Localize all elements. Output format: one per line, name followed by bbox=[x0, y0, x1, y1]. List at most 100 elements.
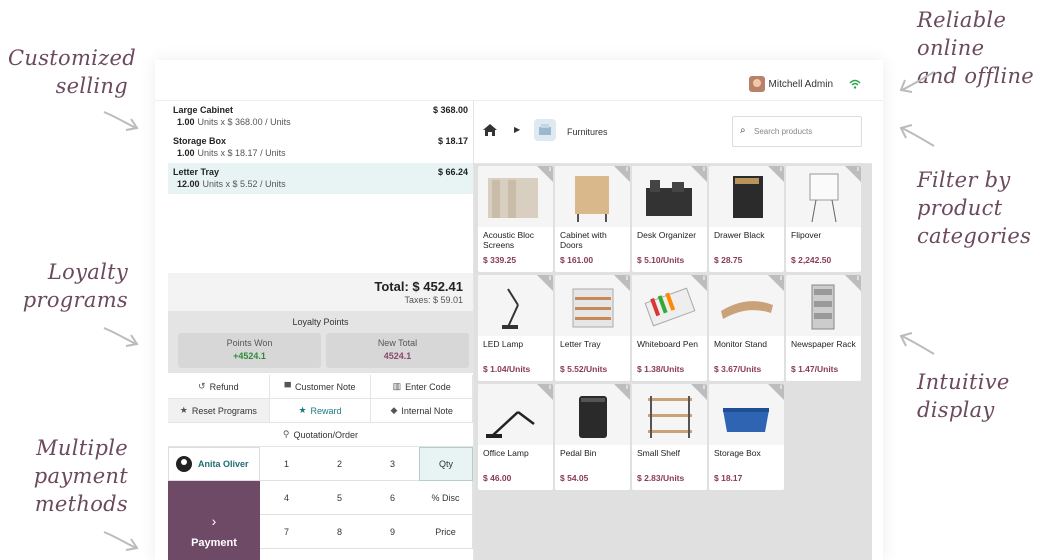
caption-line: and offline bbox=[917, 64, 1035, 88]
info-icon[interactable]: i bbox=[549, 384, 551, 391]
reward-button[interactable]: ★ Reward bbox=[269, 399, 372, 423]
category-icon[interactable] bbox=[534, 119, 556, 141]
avatar bbox=[748, 76, 765, 92]
info-icon[interactable]: i bbox=[549, 275, 551, 282]
numpad-key-3[interactable]: 3 bbox=[366, 447, 420, 481]
product-card[interactable]: i Small Shelf $ 2.83/Units bbox=[632, 384, 707, 490]
caption-line: categories bbox=[917, 224, 1032, 248]
info-icon[interactable]: i bbox=[857, 275, 859, 282]
new-total-label: New Total bbox=[377, 338, 418, 348]
product-price: $ 54.05 bbox=[560, 473, 589, 483]
info-icon[interactable]: i bbox=[857, 166, 859, 173]
numpad-key-9[interactable]: 9 bbox=[366, 515, 420, 549]
numpad-key-5[interactable]: 5 bbox=[313, 481, 367, 515]
order-total: Total: $ 452.41 bbox=[374, 279, 463, 294]
control-row: ↺ Refund ▀ Customer Note ▥ Enter Code bbox=[168, 375, 474, 399]
product-card[interactable]: i Acoustic Bloc Screens $ 339.25 bbox=[478, 166, 553, 272]
caption-customized-selling: Customized selling bbox=[8, 44, 136, 100]
order-line-unit: Units x $ 18.17 / Units bbox=[197, 148, 286, 158]
internal-note-button[interactable]: ◆ Internal Note bbox=[371, 399, 474, 423]
enter-code-label: Enter Code bbox=[405, 381, 451, 392]
order-line[interactable]: Large Cabinet $ 368.00 1.00 Units x $ 368… bbox=[168, 101, 473, 132]
product-price: $ 28.75 bbox=[714, 255, 743, 265]
numpad-key-8[interactable]: 8 bbox=[313, 515, 367, 549]
product-price: $ 2,242.50 bbox=[791, 255, 832, 265]
reset-programs-label: Reset Programs bbox=[191, 405, 257, 416]
note-icon: ▀ bbox=[284, 381, 291, 392]
product-card[interactable]: i Monitor Stand $ 3.67/Units bbox=[709, 275, 784, 381]
internal-note-label: Internal Note bbox=[401, 405, 453, 416]
caption-reliable: Reliable online and offline bbox=[917, 6, 1057, 90]
caption-line: Filter by bbox=[917, 168, 1011, 192]
caption-line: Reliable online bbox=[917, 8, 1007, 60]
numpad-key-7[interactable]: 7 bbox=[260, 515, 314, 549]
customer-button[interactable]: Anita Oliver bbox=[168, 447, 260, 481]
numpad-key-6[interactable]: 6 bbox=[366, 481, 420, 515]
customer-note-button[interactable]: ▀ Customer Note bbox=[269, 375, 372, 399]
payment-button[interactable]: › Payment bbox=[168, 481, 260, 560]
info-icon[interactable]: i bbox=[780, 166, 782, 173]
wifi-icon[interactable] bbox=[849, 78, 861, 90]
product-price: $ 3.67/Units bbox=[714, 364, 762, 374]
caption-line: programs bbox=[22, 288, 128, 312]
numpad-key-4[interactable]: 4 bbox=[260, 481, 314, 515]
info-icon[interactable]: i bbox=[626, 166, 628, 173]
info-icon[interactable]: i bbox=[626, 275, 628, 282]
numpad-price[interactable]: Price bbox=[419, 515, 473, 549]
user-menu[interactable]: Mitchell Admin bbox=[748, 76, 833, 92]
top-bar: Mitchell Admin bbox=[155, 60, 883, 101]
product-name: Flipover bbox=[791, 230, 822, 240]
product-card[interactable]: i Office Lamp $ 46.00 bbox=[478, 384, 553, 490]
search-placeholder: Search products bbox=[754, 127, 813, 136]
enter-code-button[interactable]: ▥ Enter Code bbox=[371, 375, 474, 399]
product-card[interactable]: i Letter Tray $ 5.52/Units bbox=[555, 275, 630, 381]
chevron-right-icon: ▶ bbox=[514, 125, 521, 134]
product-card[interactable]: i Flipover $ 2,242.50 bbox=[786, 166, 861, 272]
caption-loyalty-programs: Loyalty programs bbox=[8, 258, 128, 314]
product-card[interactable]: i Whiteboard Pen $ 1.38/Units bbox=[632, 275, 707, 381]
refund-button[interactable]: ↺ Refund bbox=[168, 375, 270, 399]
order-line[interactable]: Storage Box $ 18.17 1.00 Units x $ 18.17 … bbox=[168, 132, 473, 163]
product-price: $ 46.00 bbox=[483, 473, 512, 483]
product-card[interactable]: i Newspaper Rack $ 1.47/Units bbox=[786, 275, 861, 381]
product-name: Whiteboard Pen bbox=[637, 339, 698, 349]
control-row: ⚲ Quotation/Order bbox=[168, 423, 473, 447]
order-line-price: $ 368.00 bbox=[432, 105, 468, 115]
info-icon[interactable]: i bbox=[703, 275, 705, 282]
product-card[interactable]: i Drawer Black $ 28.75 bbox=[709, 166, 784, 272]
numpad-disc[interactable]: % Disc bbox=[419, 481, 473, 515]
numpad-key-1[interactable]: 1 bbox=[260, 447, 314, 481]
product-name: LED Lamp bbox=[483, 339, 524, 349]
info-icon[interactable]: i bbox=[780, 384, 782, 391]
category-breadcrumb[interactable]: Furnitures bbox=[567, 127, 608, 137]
order-line-detail: 1.00 Units x $ 368.00 / Units bbox=[173, 117, 468, 127]
numpad: Anita Oliver › Payment 1 2 3 Qty 4 5 6 %… bbox=[168, 447, 473, 560]
product-card[interactable]: i Pedal Bin $ 54.05 bbox=[555, 384, 630, 490]
product-card[interactable]: i Storage Box $ 18.17 bbox=[709, 384, 784, 490]
info-icon[interactable]: i bbox=[780, 275, 782, 282]
info-icon[interactable]: i bbox=[549, 166, 551, 173]
order-line-name: Storage Box bbox=[173, 136, 227, 146]
info-icon[interactable]: i bbox=[626, 384, 628, 391]
product-name: Desk Organizer bbox=[637, 230, 697, 240]
product-card[interactable]: i Cabinet with Doors $ 161.00 bbox=[555, 166, 630, 272]
product-card[interactable]: i Desk Organizer $ 5.10/Units bbox=[632, 166, 707, 272]
product-card[interactable]: i LED Lamp $ 1.04/Units bbox=[478, 275, 553, 381]
order-line-selected[interactable]: Letter Tray $ 66.24 12.00 Units x $ 5.52 … bbox=[168, 163, 473, 194]
star-icon: ★ bbox=[179, 405, 188, 415]
search-input[interactable]: ⌕ Search products bbox=[732, 116, 862, 147]
info-icon[interactable]: i bbox=[703, 384, 705, 391]
refund-label: Refund bbox=[209, 381, 239, 392]
home-icon[interactable] bbox=[482, 123, 498, 137]
order-line-detail: 12.00 Units x $ 5.52 / Units bbox=[173, 179, 468, 189]
product-price: $ 1.38/Units bbox=[637, 364, 685, 374]
quotation-button[interactable]: ⚲ Quotation/Order bbox=[168, 423, 473, 447]
numpad-key-2[interactable]: 2 bbox=[313, 447, 367, 481]
numpad-qty[interactable]: Qty bbox=[419, 447, 473, 481]
control-row: ★ Reset Programs ★ Reward ◆ Internal Note bbox=[168, 399, 474, 423]
reset-programs-button[interactable]: ★ Reset Programs bbox=[168, 399, 270, 423]
points-won-value: +4524.1 bbox=[233, 351, 266, 361]
payment-label: Payment bbox=[191, 537, 237, 549]
info-icon[interactable]: i bbox=[703, 166, 705, 173]
product-name: Small Shelf bbox=[637, 448, 680, 458]
